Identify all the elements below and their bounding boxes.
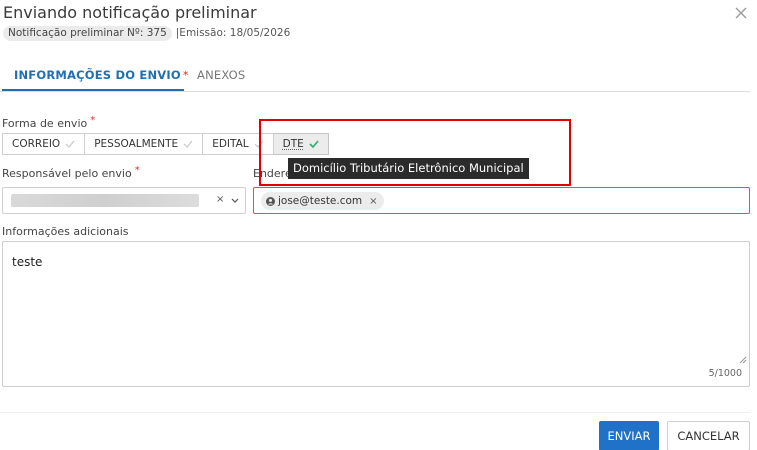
cancel-button[interactable]: CANCELAR	[667, 421, 750, 450]
check-icon	[65, 140, 75, 148]
email-chip: jose@teste.com ×	[261, 192, 384, 210]
resize-grip-icon[interactable]	[739, 356, 747, 364]
check-icon	[183, 140, 193, 148]
character-counter: 5/1000	[708, 368, 742, 379]
notification-number-badge: Notificação preliminar Nº: 375	[3, 25, 172, 41]
dialog-subtitle: Notificação preliminar Nº: 375 |Emissão:…	[3, 25, 290, 41]
option-pessoalmente[interactable]: PESSOALMENTE	[85, 133, 204, 155]
tab-anexos[interactable]: ANEXOS	[197, 68, 245, 82]
forma-envio-label: Forma de envio *	[2, 115, 96, 130]
close-icon[interactable]	[734, 6, 748, 20]
textarea-value: teste	[12, 255, 43, 269]
required-mark: *	[134, 165, 140, 176]
tab-informacoes-envio[interactable]: INFORMAÇÕES DO ENVIO *	[14, 68, 189, 82]
tab-label: INFORMAÇÕES DO ENVIO	[14, 68, 181, 82]
chip-remove-icon[interactable]: ×	[369, 196, 377, 207]
responsavel-label: Responsável pelo envio *	[2, 165, 140, 180]
person-icon	[266, 196, 275, 206]
informacoes-adicionais-textarea[interactable]: teste 5/1000	[2, 241, 750, 387]
required-mark: *	[90, 115, 96, 126]
option-label: CORREIO	[12, 138, 61, 150]
active-tab-indicator	[2, 89, 184, 91]
emission-date: |Emissão: 18/05/2026	[175, 27, 291, 39]
option-correio[interactable]: CORREIO	[2, 133, 86, 155]
option-label: EDITAL	[212, 138, 249, 150]
required-mark: *	[182, 68, 189, 82]
redacted-value	[11, 194, 199, 207]
chip-label: jose@teste.com	[278, 195, 363, 207]
chevron-down-icon[interactable]	[230, 197, 240, 205]
dialog-title: Enviando notificação preliminar	[3, 3, 257, 22]
highlight-box	[259, 119, 571, 186]
endereco-eletronico-input[interactable]: jose@teste.com ×	[253, 187, 750, 214]
option-label: PESSOALMENTE	[94, 138, 179, 150]
tab-bar: INFORMAÇÕES DO ENVIO * ANEXOS	[0, 60, 750, 92]
label-text: Responsável pelo envio	[2, 167, 132, 180]
clear-icon[interactable]: ×	[216, 194, 224, 205]
footer-divider	[0, 412, 750, 413]
label-text: Forma de envio	[2, 117, 88, 130]
responsavel-select[interactable]: ×	[2, 187, 246, 214]
informacoes-adicionais-label: Informações adicionais	[2, 225, 129, 238]
send-button[interactable]: ENVIAR	[599, 421, 659, 450]
